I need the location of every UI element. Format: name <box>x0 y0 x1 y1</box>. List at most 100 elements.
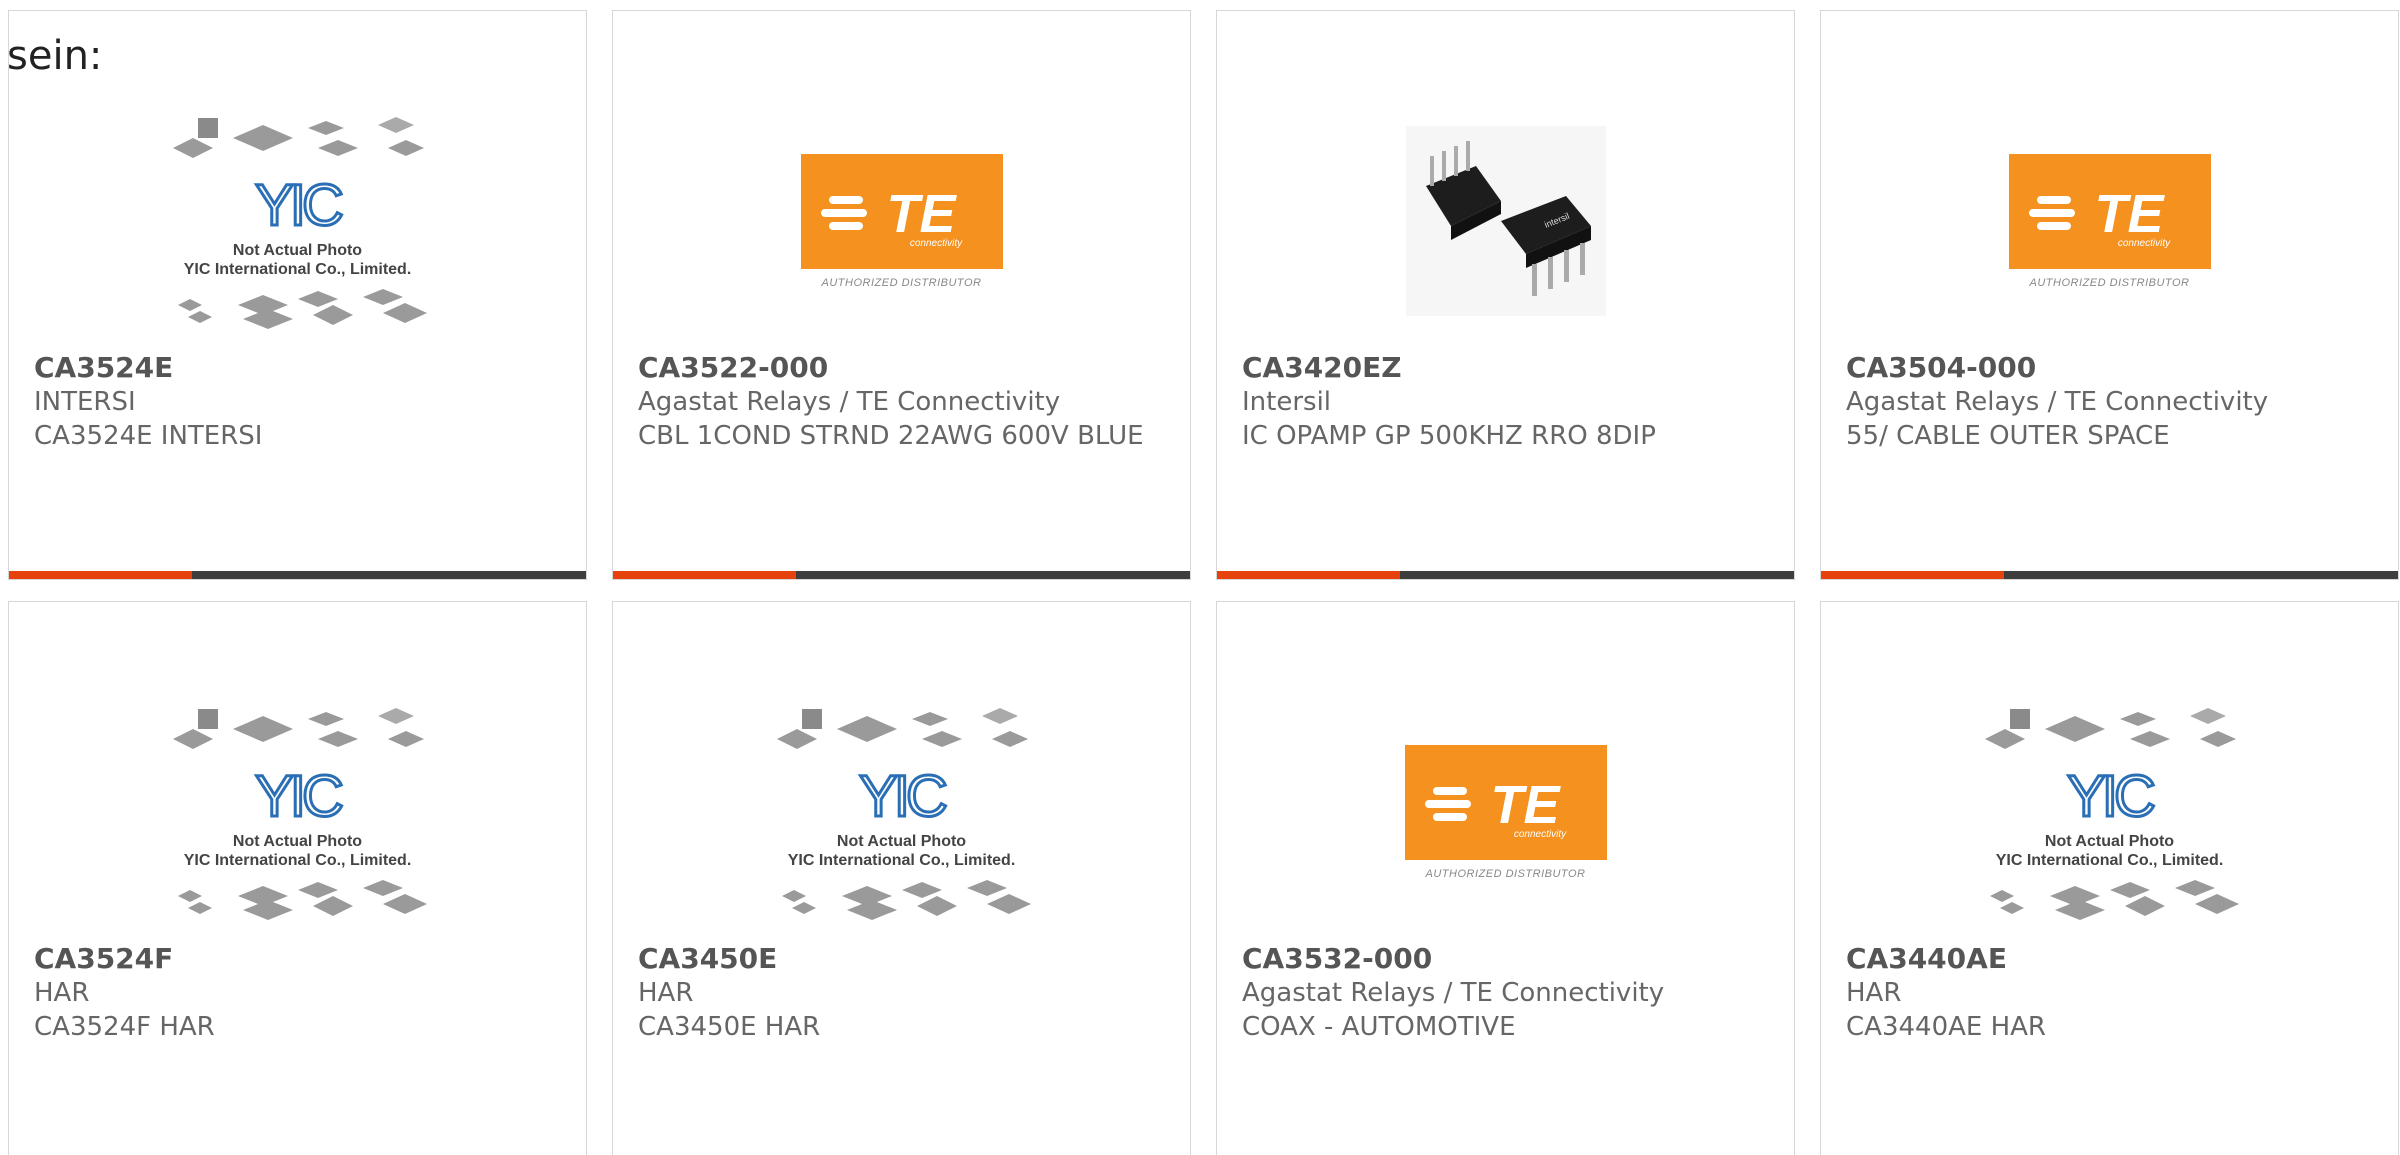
te-logo-subtext: connectivity <box>1513 829 1566 840</box>
yic-logo-text: YIC <box>254 171 346 239</box>
product-info: CA3420EZ Intersil IC OPAMP GP 500KHZ RRO… <box>1242 351 1769 453</box>
te-logo-mark: TE connectivity <box>1424 775 1567 840</box>
yic-logo-text: YIC <box>858 762 950 830</box>
yic-caption-line1: Not Actual Photo <box>232 241 363 259</box>
product-card[interactable]: YIC Not Actual Photo YIC International C… <box>8 601 587 1155</box>
manufacturer: Agastat Relays / TE Connectivity <box>1846 387 2269 417</box>
manufacturer: HAR <box>1846 978 1902 1008</box>
te-caption: AUTHORIZED DISTRIBUTOR <box>821 276 982 289</box>
yic-caption-line2: YIC International Co., Limited. <box>183 851 412 869</box>
part-number[interactable]: CA3524F <box>34 942 561 976</box>
product-info: CA3532-000 Agastat Relays / TE Connectiv… <box>1242 942 1769 1044</box>
section-heading: sein: <box>7 33 103 79</box>
te-logo-mark: TE connectivity <box>2028 184 2171 249</box>
te-caption: AUTHORIZED DISTRIBUTOR <box>2029 276 2190 289</box>
product-image[interactable]: YIC Not Actual Photo YIC International C… <box>613 682 1190 942</box>
product-description: CA3440AE HAR <box>1846 1012 2046 1042</box>
product-grid: YIC Not Actual Photo YIC International C… <box>8 10 2399 1155</box>
chip-icons-bottom <box>1989 879 2239 920</box>
product-description: COAX - AUTOMOTIVE <box>1242 1012 1516 1042</box>
part-number[interactable]: CA3524E <box>34 351 561 385</box>
chip-icons-bottom <box>781 879 1031 920</box>
yic-logo-text: YIC <box>254 762 346 830</box>
chip-icons-top <box>1984 707 2236 749</box>
card-accent-bar <box>9 571 192 579</box>
product-image[interactable]: TE connectivity AUTHORIZED DISTRIBUTOR <box>1821 91 2398 351</box>
manufacturer: HAR <box>34 978 90 1008</box>
product-image[interactable]: YIC Not Actual Photo YIC International C… <box>9 682 586 942</box>
product-description: 55/ CABLE OUTER SPACE <box>1846 421 2170 451</box>
te-logo-box: TE connectivity <box>1404 744 1607 860</box>
yic-caption: Not Actual Photo YIC International Co., … <box>184 241 412 279</box>
card-bottom-bar <box>613 571 1190 579</box>
product-image[interactable]: TE connectivity AUTHORIZED DISTRIBUTOR <box>1217 682 1794 942</box>
card-bottom-bar <box>1217 571 1794 579</box>
product-info: CA3522-000 Agastat Relays / TE Connectiv… <box>638 351 1165 453</box>
part-number[interactable]: CA3420EZ <box>1242 351 1769 385</box>
yic-placeholder-logo: YIC Not Actual Photo YIC International C… <box>168 113 428 330</box>
product-card[interactable]: TE connectivity AUTHORIZED DISTRIBUTOR C… <box>612 10 1191 580</box>
product-image[interactable]: TE connectivity AUTHORIZED DISTRIBUTOR <box>613 91 1190 351</box>
te-logo-box: TE connectivity <box>2008 153 2211 269</box>
te-caption: AUTHORIZED DISTRIBUTOR <box>1425 867 1586 880</box>
chip-icons-bottom <box>177 288 427 329</box>
yic-caption-line2: YIC International Co., Limited. <box>787 851 1016 869</box>
product-info: CA3440AE HAR CA3440AE HAR <box>1846 942 2373 1044</box>
product-card[interactable]: TE connectivity AUTHORIZED DISTRIBUTOR C… <box>1216 601 1795 1155</box>
te-connectivity-logo: TE connectivity AUTHORIZED DISTRIBUTOR <box>800 153 1003 289</box>
chip-icons-top <box>172 116 424 158</box>
yic-caption-line1: Not Actual Photo <box>836 832 967 850</box>
manufacturer: INTERSI <box>34 387 136 417</box>
product-info: CA3524F HAR CA3524F HAR <box>34 942 561 1044</box>
part-number[interactable]: CA3522-000 <box>638 351 1165 385</box>
te-connectivity-logo: TE connectivity AUTHORIZED DISTRIBUTOR <box>1404 744 1607 880</box>
product-card[interactable]: YIC Not Actual Photo YIC International C… <box>612 601 1191 1155</box>
yic-caption-line2: YIC International Co., Limited. <box>183 260 412 278</box>
product-card[interactable]: TE connectivity AUTHORIZED DISTRIBUTOR C… <box>1820 10 2399 580</box>
part-number[interactable]: CA3504-000 <box>1846 351 2373 385</box>
product-description: CA3450E HAR <box>638 1012 821 1042</box>
te-logo-subtext: connectivity <box>909 238 962 249</box>
part-number[interactable]: CA3440AE <box>1846 942 2373 976</box>
product-card[interactable]: intersil CA3420EZ Intersil IC OPAMP GP 5… <box>1216 10 1795 580</box>
manufacturer: Agastat Relays / TE Connectivity <box>638 387 1061 417</box>
yic-caption: Not Actual Photo YIC International Co., … <box>788 832 1016 870</box>
product-info: CA3450E HAR CA3450E HAR <box>638 942 1165 1044</box>
te-logo-mark: TE connectivity <box>820 184 963 249</box>
product-info: CA3504-000 Agastat Relays / TE Connectiv… <box>1846 351 2373 453</box>
part-number[interactable]: CA3532-000 <box>1242 942 1769 976</box>
product-image[interactable]: intersil <box>1217 91 1794 351</box>
page: sein: YIC Not Actual Photo YIC Internati… <box>0 0 2400 1155</box>
card-accent-bar <box>1821 571 2004 579</box>
te-logo-text: TE <box>1490 775 1561 835</box>
chip-icons-top <box>172 707 424 749</box>
card-bottom-bar <box>9 571 586 579</box>
chip-icons-top <box>776 707 1028 749</box>
te-logo-box: TE connectivity <box>800 153 1003 269</box>
chip-icons-bottom <box>177 879 427 920</box>
product-description: CA3524F HAR <box>34 1012 215 1042</box>
yic-logo-text: YIC <box>2066 762 2158 830</box>
te-logo-text: TE <box>2094 184 2165 244</box>
te-logo-subtext: connectivity <box>2117 238 2170 249</box>
product-card[interactable]: YIC Not Actual Photo YIC International C… <box>8 10 587 580</box>
yic-placeholder-logo: YIC Not Actual Photo YIC International C… <box>1980 704 2240 921</box>
product-image[interactable]: YIC Not Actual Photo YIC International C… <box>9 91 586 351</box>
manufacturer: Agastat Relays / TE Connectivity <box>1242 978 1665 1008</box>
product-description: CBL 1COND STRND 22AWG 600V BLUE <box>638 421 1144 451</box>
manufacturer: Intersil <box>1242 387 1332 417</box>
yic-caption: Not Actual Photo YIC International Co., … <box>1996 832 2224 870</box>
card-accent-bar <box>613 571 796 579</box>
product-card[interactable]: YIC Not Actual Photo YIC International C… <box>1820 601 2399 1155</box>
card-accent-bar <box>1217 571 1400 579</box>
product-description: CA3524E INTERSI <box>34 421 263 451</box>
product-info: CA3524E INTERSI CA3524E INTERSI <box>34 351 561 453</box>
yic-placeholder-logo: YIC Not Actual Photo YIC International C… <box>168 704 428 921</box>
yic-caption-line1: Not Actual Photo <box>232 832 363 850</box>
yic-placeholder-logo: YIC Not Actual Photo YIC International C… <box>772 704 1032 921</box>
part-number[interactable]: CA3450E <box>638 942 1165 976</box>
ic-chip-photo: intersil <box>1405 126 1606 316</box>
product-image[interactable]: YIC Not Actual Photo YIC International C… <box>1821 682 2398 942</box>
manufacturer: HAR <box>638 978 694 1008</box>
yic-caption: Not Actual Photo YIC International Co., … <box>184 832 412 870</box>
